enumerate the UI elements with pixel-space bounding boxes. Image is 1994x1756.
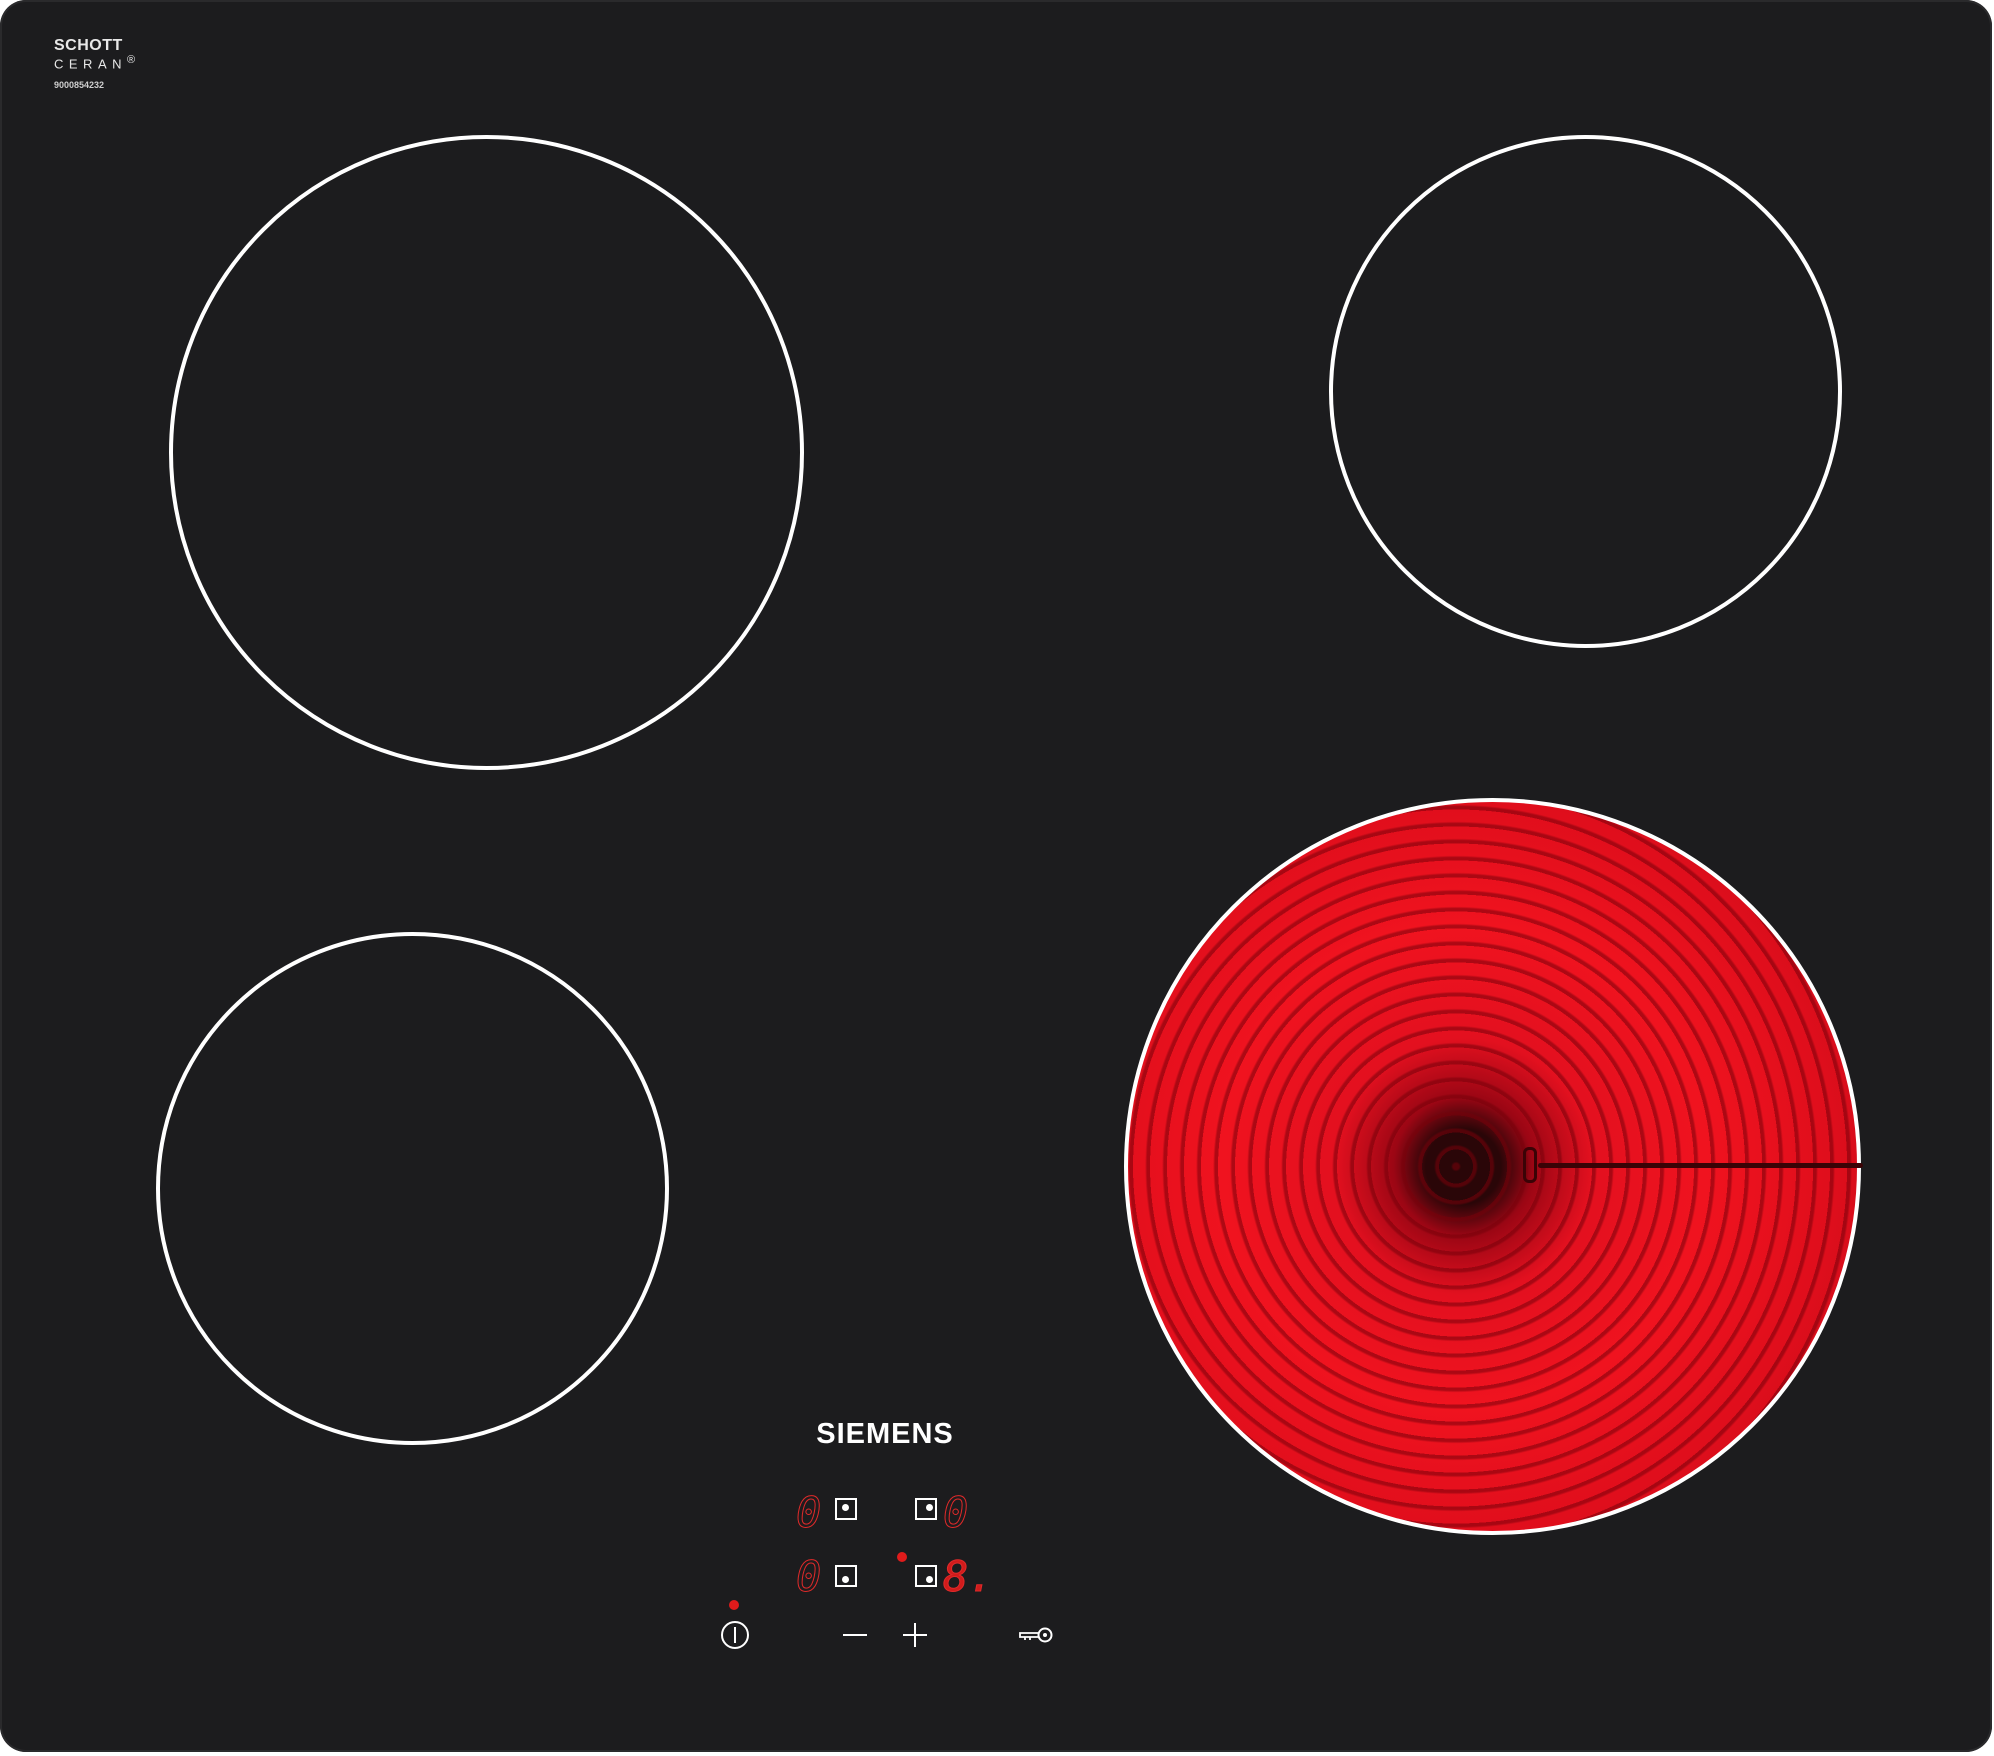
power-icon[interactable] <box>721 1621 749 1649</box>
zone-display-top-right: 0 <box>942 1488 969 1537</box>
cooking-zone-rear-right <box>1329 135 1842 648</box>
registered-mark: ® <box>127 54 136 66</box>
zone-position-icon-rear-left <box>835 1498 857 1520</box>
zone-position-icon-front-left <box>835 1565 857 1587</box>
serial-number: 9000854232 <box>54 80 105 90</box>
zone-display-top-left: 0 <box>795 1488 822 1537</box>
logo-line-2: CERAN <box>54 56 128 72</box>
schott-ceran-logo: SCHOTT CERAN® <box>54 37 136 72</box>
power-indicator-led <box>729 1600 739 1610</box>
logo-line-1: SCHOTT <box>54 37 123 54</box>
minus-icon[interactable] <box>843 1634 867 1636</box>
childlock-key-icon[interactable] <box>1018 1626 1054 1644</box>
zone-position-icon-rear-right <box>915 1498 937 1520</box>
brand-logo: SIEMENS <box>816 1418 954 1450</box>
zone-display-bottom-right: 8. <box>943 1552 995 1601</box>
heater-connector <box>1523 1147 1537 1183</box>
zone-display-bottom-left: 0 <box>795 1552 822 1601</box>
cooking-zone-front-left <box>156 932 669 1445</box>
plus-icon-vertical <box>914 1623 916 1647</box>
ceramic-hob: SCHOTT CERAN® 9000854232 SIEMENS 0 0 0 8… <box>0 0 1992 1752</box>
cooking-zone-rear-left-large <box>169 135 804 770</box>
cooking-zone-front-right-glowing <box>1124 798 1863 1535</box>
zone-position-icon-front-right <box>915 1565 937 1587</box>
zone-selected-indicator <box>897 1552 907 1562</box>
heater-wire <box>1538 1163 1863 1168</box>
